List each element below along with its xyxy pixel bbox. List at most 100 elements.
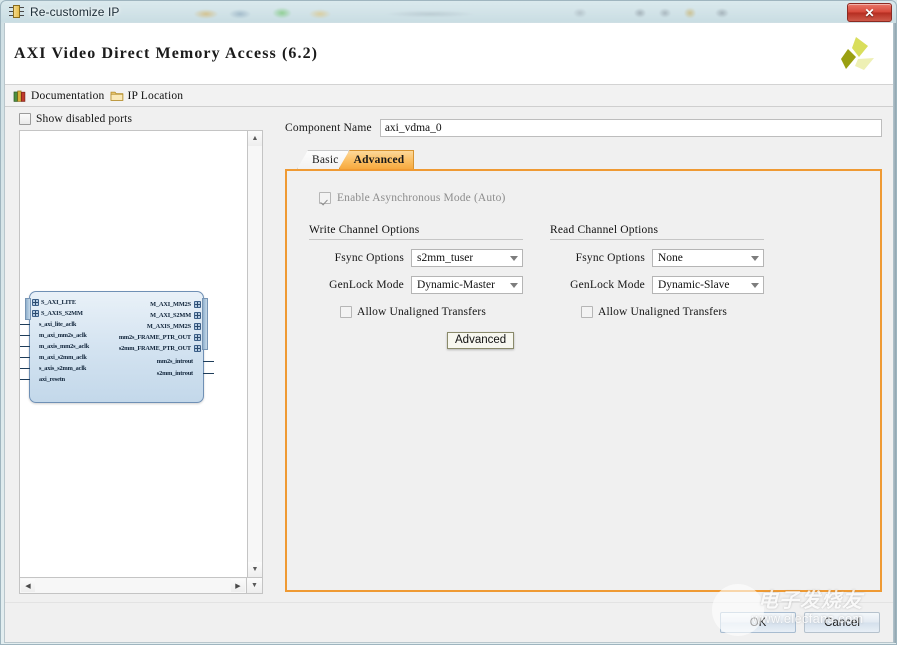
read-genlock-value: Dynamic-Slave: [658, 279, 730, 291]
port-panel: Show disabled ports S_: [5, 107, 271, 602]
advanced-tab-pane: Enable Asynchronous Mode (Auto) Write Ch…: [285, 169, 882, 592]
read-genlock-select[interactable]: Dynamic-Slave: [652, 276, 764, 294]
port-label-s2mm-frame-ptr-out: s2mm_FRAME_PTR_OUT: [119, 345, 191, 352]
bus-marker: [32, 310, 39, 317]
write-fsync-label: Fsync Options: [335, 252, 404, 264]
port-label-s-axis-s2mm-aclk: s_axis_s2mm_aclk: [39, 365, 86, 372]
write-unaligned-row[interactable]: Allow Unaligned Transfers: [340, 306, 549, 318]
write-channel-options: Write Channel Options Fsync Options s2mm…: [309, 224, 549, 318]
enable-async-mode-label: Enable Asynchronous Mode (Auto): [337, 192, 506, 204]
bus-marker: [194, 334, 201, 341]
write-unaligned-label: Allow Unaligned Transfers: [357, 306, 486, 318]
read-unaligned-label: Allow Unaligned Transfers: [598, 306, 727, 318]
documentation-button[interactable]: Documentation: [13, 89, 105, 103]
component-name-label: Component Name: [285, 122, 372, 134]
tab-advanced[interactable]: Advanced: [339, 150, 415, 169]
ip-location-label: IP Location: [128, 90, 184, 102]
pin-stub: [20, 379, 30, 380]
port-label-s-axi-lite-aclk: s_axi_lite_aclk: [39, 321, 76, 328]
dialog-body: Show disabled ports S_: [5, 107, 894, 602]
bus-marker: [194, 323, 201, 330]
write-genlock-row: GenLock Mode Dynamic-Master: [309, 276, 523, 294]
ip-header: AXI Video Direct Memory Access (6.2): [5, 23, 894, 85]
read-fsync-select[interactable]: None: [652, 249, 764, 267]
tab-basic-label: Basic: [312, 154, 339, 166]
scroll-down-button[interactable]: ▼: [248, 562, 262, 577]
show-disabled-ports-checkbox[interactable]: [19, 113, 31, 125]
chevron-down-icon: [751, 283, 759, 288]
pin-stub: [20, 346, 30, 347]
ip-location-button[interactable]: IP Location: [110, 89, 184, 102]
write-fsync-select[interactable]: s2mm_tuser: [411, 249, 523, 267]
write-genlock-value: Dynamic-Master: [417, 279, 495, 291]
component-name-input[interactable]: [380, 119, 882, 137]
chevron-down-icon: [510, 283, 518, 288]
xilinx-pinwheel-logo: [830, 35, 876, 77]
port-label-m-axi-mm2s-aclk: m_axi_mm2s_aclk: [39, 332, 87, 339]
show-disabled-ports-row[interactable]: Show disabled ports: [19, 113, 263, 125]
scroll-left-button[interactable]: ◀: [21, 579, 35, 592]
read-genlock-row: GenLock Mode Dynamic-Slave: [550, 276, 764, 294]
port-label-axi-resetn: axi_resetn: [39, 376, 65, 383]
pin-stub: [20, 368, 30, 369]
scroll-up-button[interactable]: ▲: [248, 131, 262, 146]
port-view-horizontal-scrollbar[interactable]: ◀ ▶: [19, 578, 247, 594]
window-right-edge: [893, 23, 896, 643]
port-label-mm2s-introut: mm2s_introut: [157, 358, 193, 365]
chevron-down-icon: [510, 256, 518, 261]
port-label-s-axi-lite: S_AXI_LITE: [41, 299, 76, 306]
read-fsync-value: None: [658, 252, 683, 264]
read-genlock-label: GenLock Mode: [570, 279, 645, 291]
scroll-right-button[interactable]: ▶: [231, 579, 245, 592]
tab-advanced-label: Advanced: [354, 154, 405, 166]
window-titlebar: Re-customize IP ✕: [1, 1, 896, 23]
read-fsync-label: Fsync Options: [576, 252, 645, 264]
bus-marker: [194, 301, 201, 308]
component-name-row: Component Name: [285, 119, 882, 137]
enable-async-mode-checkbox[interactable]: [319, 192, 331, 204]
write-fsync-row: Fsync Options s2mm_tuser: [309, 249, 523, 267]
bus-marker: [32, 299, 39, 306]
read-unaligned-row[interactable]: Allow Unaligned Transfers: [581, 306, 790, 318]
books-icon: [13, 89, 27, 103]
port-label-s2mm-introut: s2mm_introut: [157, 370, 193, 377]
port-label-m-axis-mm2s-aclk: m_axis_mm2s_aclk: [39, 343, 89, 350]
port-label-m-axi-s2mm: M_AXI_S2MM: [150, 312, 191, 319]
port-view: S_AXI_LITE S_AXIS_S2MM s_axi_lite_aclk m…: [19, 130, 263, 594]
write-unaligned-checkbox[interactable]: [340, 306, 352, 318]
scrollbar-corner[interactable]: ▼: [247, 578, 263, 594]
ip-chip-icon: [9, 4, 25, 20]
port-label-m-axis-mm2s: M_AXIS_MM2S: [147, 323, 191, 330]
read-unaligned-checkbox[interactable]: [581, 306, 593, 318]
dialog-footer: OK Cancel 电子发烧友 www.elecfans.com: [5, 602, 894, 642]
tab-strip: Basic Advanced: [285, 150, 882, 169]
page-title: AXI Video Direct Memory Access (6.2): [14, 45, 318, 63]
pin-stub: [20, 357, 30, 358]
close-button[interactable]: ✕: [847, 3, 892, 22]
read-fsync-row: Fsync Options None: [550, 249, 764, 267]
write-genlock-label: GenLock Mode: [329, 279, 404, 291]
re-customize-ip-window: Re-customize IP ✕ AXI Video Direct Memor…: [0, 0, 897, 645]
cancel-button[interactable]: Cancel: [804, 612, 880, 633]
write-genlock-select[interactable]: Dynamic-Master: [411, 276, 523, 294]
config-panel: Component Name Basic Advanced Enable Asy…: [271, 107, 894, 602]
write-fsync-value: s2mm_tuser: [417, 252, 473, 264]
read-channel-heading: Read Channel Options: [550, 224, 764, 240]
read-channel-options: Read Channel Options Fsync Options None …: [550, 224, 790, 318]
window-client-area: AXI Video Direct Memory Access (6.2) Doc…: [4, 23, 895, 643]
port-label-m-axi-mm2s: M_AXI_MM2S: [150, 301, 191, 308]
pin-stub: [20, 324, 30, 325]
ip-block-canvas[interactable]: S_AXI_LITE S_AXIS_S2MM s_axi_lite_aclk m…: [19, 130, 247, 578]
port-view-vertical-scrollbar[interactable]: ▲ ▼: [247, 130, 263, 578]
ip-toolbar: Documentation IP Location: [5, 85, 894, 107]
window-title: Re-customize IP: [30, 5, 120, 19]
enable-async-mode-row[interactable]: Enable Asynchronous Mode (Auto): [319, 192, 880, 204]
pin-stub: [203, 361, 214, 362]
port-label-mm2s-frame-ptr-out: mm2s_FRAME_PTR_OUT: [119, 334, 191, 341]
right-connector-rail: [202, 298, 208, 350]
channel-options: Write Channel Options Fsync Options s2mm…: [309, 224, 880, 318]
ok-button[interactable]: OK: [720, 612, 796, 633]
ip-block-symbol: S_AXI_LITE S_AXIS_S2MM s_axi_lite_aclk m…: [29, 291, 204, 403]
port-label-m-axi-s2mm-aclk: m_axi_s2mm_aclk: [39, 354, 87, 361]
advanced-tooltip: Advanced: [447, 332, 514, 349]
